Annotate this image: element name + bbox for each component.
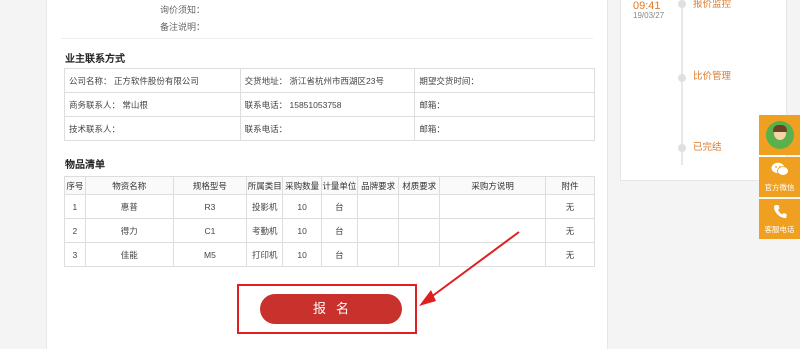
phone-icon bbox=[759, 204, 800, 222]
phone-label: 客服电话 bbox=[764, 225, 795, 234]
timeline-line bbox=[681, 0, 683, 165]
phone-button[interactable]: 客服电话 bbox=[759, 199, 800, 239]
wechat-label: 官方微信 bbox=[764, 183, 795, 192]
main-panel: 询价须知： 备注说明： 业主联系方式 公司名称： 正方软件股份有限公司 交货地址… bbox=[46, 0, 608, 349]
timeline-step-quote-monitor[interactable]: 报价监控 bbox=[693, 0, 731, 10]
avatar bbox=[765, 121, 794, 149]
customer-service-avatar[interactable] bbox=[759, 115, 800, 155]
timeline-step-completed[interactable]: 已完结 bbox=[693, 139, 722, 153]
timeline-step-price-compare[interactable]: 比价管理 bbox=[693, 68, 731, 82]
timeline-dot bbox=[678, 74, 686, 82]
wechat-button[interactable]: 官方微信 bbox=[759, 157, 800, 197]
timeline-date: 19/03/27 bbox=[633, 11, 665, 20]
timeline-dot bbox=[678, 144, 686, 152]
avatar-hair-icon bbox=[772, 125, 787, 132]
signup-button[interactable]: 报名 bbox=[260, 294, 402, 324]
wechat-icon bbox=[759, 162, 800, 180]
button-highlight-box: 报名 bbox=[237, 284, 417, 334]
timeline-dot bbox=[678, 0, 686, 8]
